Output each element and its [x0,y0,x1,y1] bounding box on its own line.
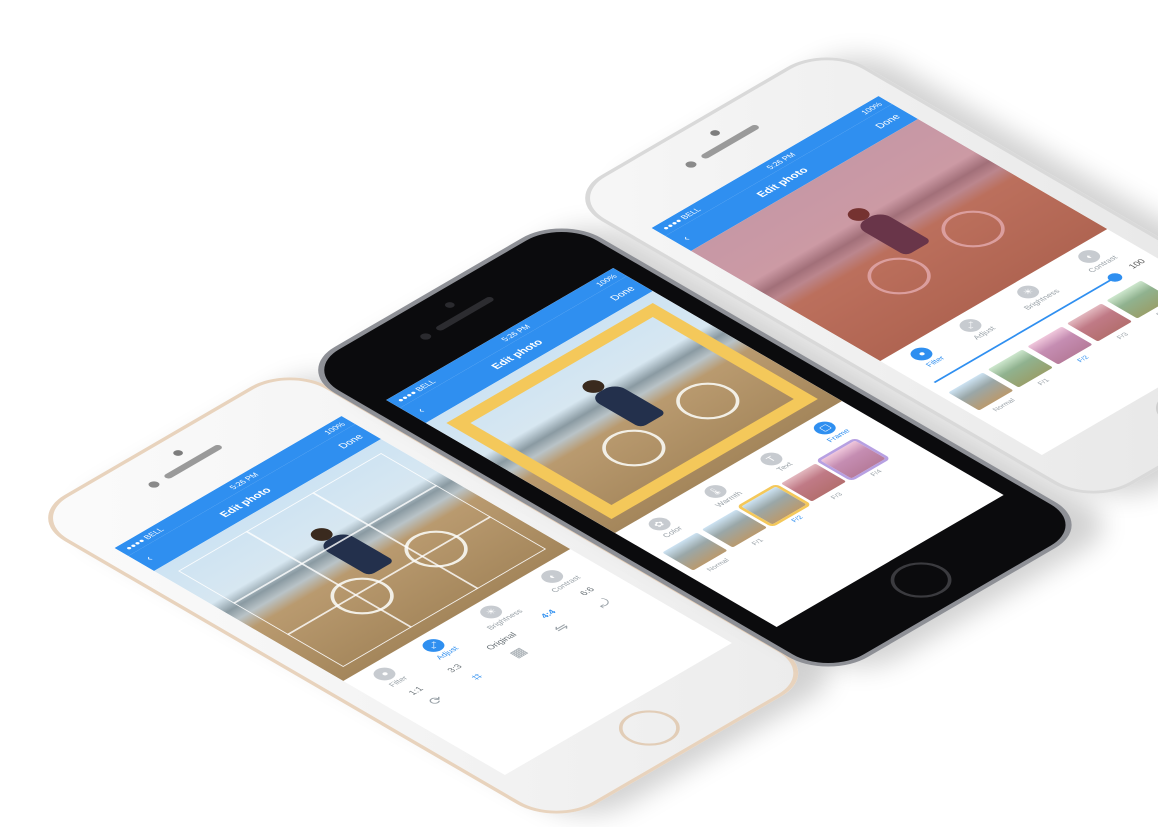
showcase-stage: ●●●● BELL 5:26 PM 100% ‹ Edit photo Done… [0,0,1158,737]
front-camera [171,449,185,457]
crop-icon[interactable]: ⌗ [466,671,487,683]
home-button [606,703,692,753]
tool-color[interactable]: ✿ Color [643,515,684,539]
tool-contrast[interactable]: ◐ Contrast [1069,244,1120,274]
perspective-icon[interactable]: ⤾ [591,596,616,610]
back-button[interactable]: ‹ [415,407,428,415]
straighten-icon[interactable]: ▦ [505,645,531,660]
back-button[interactable]: ‹ [680,235,693,243]
camera-dot [418,332,433,341]
tool-text[interactable]: T Text [756,450,796,474]
tool-filter[interactable]: ● Filter [369,665,409,689]
tool-adjust[interactable]: ⤢ Adjust [954,315,998,341]
tool-filter[interactable]: ● Filter [906,345,946,369]
earpiece-speaker [163,444,224,480]
done-button[interactable]: Done [336,433,366,450]
camera-dot [683,160,698,169]
done-button[interactable]: Done [608,285,638,302]
back-button[interactable]: ‹ [143,555,156,563]
front-camera [708,129,722,137]
earpiece-speaker [700,124,761,160]
slider-value: 100 [1126,258,1148,271]
rotate-icon[interactable]: ⟳ [424,693,449,707]
earpiece-speaker [434,296,495,332]
home-button [878,555,964,605]
camera-dot [146,480,161,489]
done-button[interactable]: Done [873,113,903,130]
flip-icon[interactable]: ⇋ [549,621,574,635]
front-camera [443,301,457,309]
